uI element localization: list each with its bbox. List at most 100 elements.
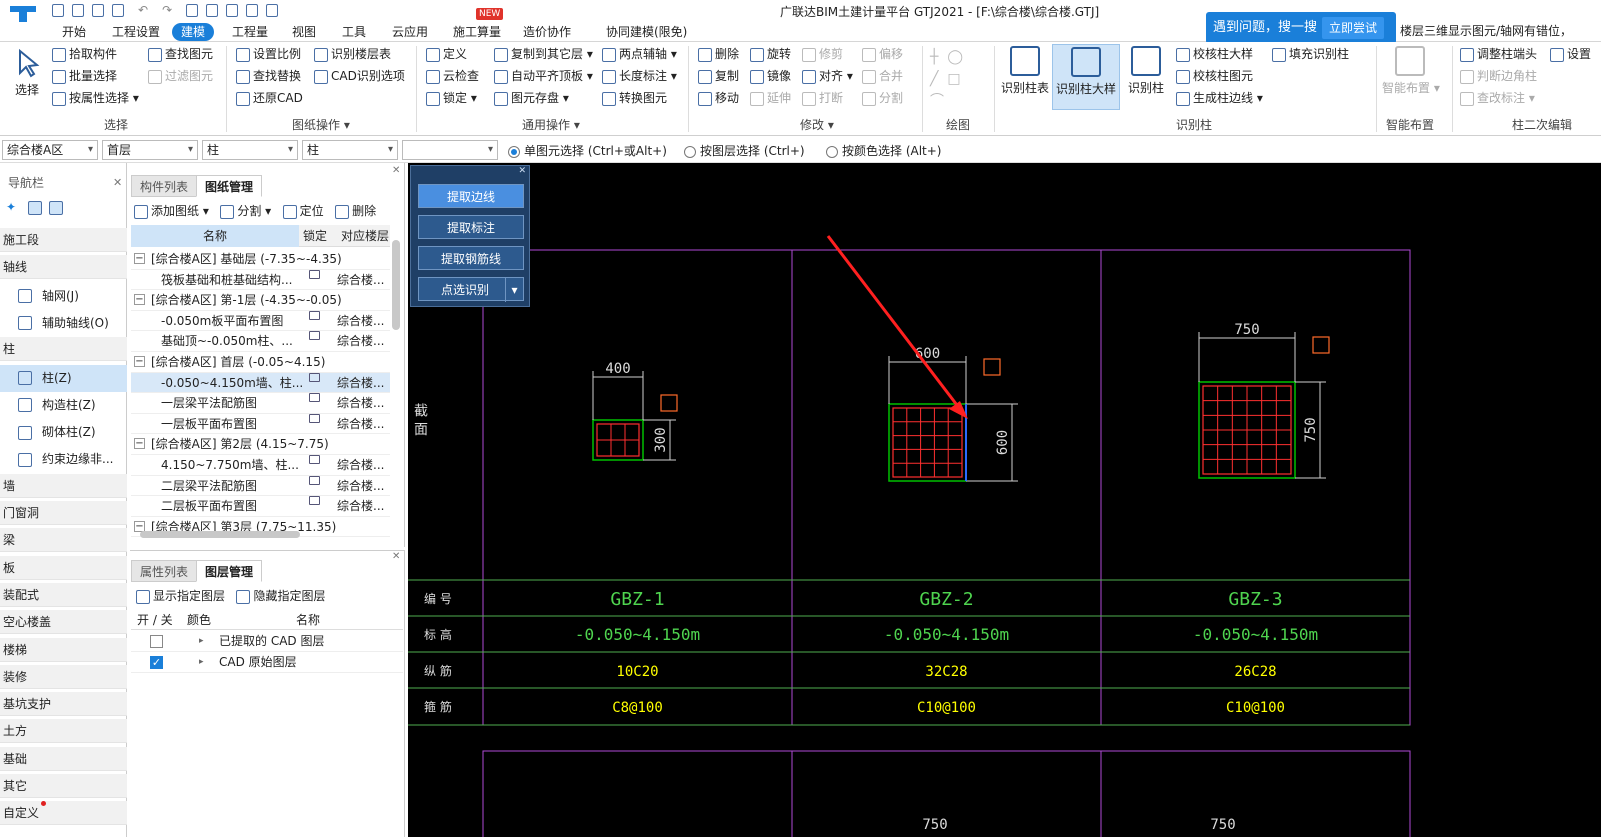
nav-category[interactable]: 空心楼盖 xyxy=(0,610,127,635)
rotate-button[interactable]: 旋转 xyxy=(750,44,791,64)
floor-select[interactable]: 首层 xyxy=(102,140,198,160)
batch-select-button[interactable]: 批量选择 xyxy=(52,66,117,86)
delete-button[interactable]: 删除 xyxy=(698,44,739,64)
split-button[interactable]: 分割 xyxy=(862,88,903,108)
check-column-detail-button[interactable]: 校核柱大样 xyxy=(1176,44,1253,64)
recognize-column-button[interactable]: 识别柱 xyxy=(1126,46,1166,96)
nav-category[interactable]: 板 xyxy=(0,555,127,580)
detail-view-icon[interactable] xyxy=(48,200,63,215)
drawing-row[interactable]: 筏板基础和桩基础结构... 综合楼... xyxy=(131,269,390,291)
copy-to-layer-button[interactable]: 复制到其它层 ▾ xyxy=(494,44,593,64)
find-replace-button[interactable]: 查找替换 xyxy=(236,66,301,86)
drawings-scrollbar[interactable] xyxy=(392,240,400,330)
rect-icon[interactable]: □ xyxy=(947,71,960,87)
menu-construction[interactable]: 施工算量 xyxy=(453,22,501,42)
length-dim-button[interactable]: 长度标注 ▾ xyxy=(602,66,677,86)
tab-layer-manager[interactable]: 图层管理 xyxy=(196,560,263,582)
tab-component-list[interactable]: 构件列表 xyxy=(131,175,198,197)
hide-layer-button[interactable]: 隐藏指定图层 xyxy=(236,589,325,604)
nav-category[interactable]: 柱 xyxy=(0,337,127,362)
point-icon[interactable]: ┼ xyxy=(930,49,938,65)
generate-column-edge-button[interactable]: 生成柱边线 ▾ xyxy=(1176,88,1263,108)
recognition-close-icon[interactable]: ✕ xyxy=(518,166,526,176)
copy-button[interactable]: 复制 xyxy=(698,66,739,86)
tab-drawing-manager[interactable]: 图纸管理 xyxy=(196,175,263,197)
nav-item[interactable]: 柱(Z) xyxy=(0,364,127,392)
recognize-floor-table-button[interactable]: 识别楼层表 xyxy=(314,44,391,64)
trim-button[interactable]: 修剪 xyxy=(802,44,843,64)
menu-project-settings[interactable]: 工程设置 xyxy=(112,22,160,42)
drawing-row[interactable]: -0.050~4.150m墙、柱... 综合楼... xyxy=(131,372,390,394)
delete-drawing-button[interactable]: 删除 xyxy=(335,204,376,219)
expand-icon[interactable]: ▸ xyxy=(199,652,204,672)
drawing-group-row[interactable]: − [综合楼A区] 首层 (-0.05~4.15) xyxy=(131,352,390,373)
save-icon[interactable] xyxy=(112,4,124,17)
drawings-close-icon[interactable]: ✕ xyxy=(392,165,400,176)
drawing-row[interactable]: 4.150~7.750m墙、柱... 综合楼... xyxy=(131,455,390,476)
offset-button[interactable]: 偏移 xyxy=(862,44,903,64)
nav-category[interactable]: 门窗洞 xyxy=(0,501,127,525)
drawing-group-row[interactable]: − [综合楼A区] 基础层 (-7.35~-4.35) xyxy=(131,249,390,270)
lock-button[interactable]: 锁定 ▾ xyxy=(426,88,477,108)
extract-annotation-button[interactable]: 提取标注 xyxy=(418,215,524,239)
mirror-button[interactable]: 镜像 xyxy=(750,66,791,86)
filter-element-button[interactable]: 过滤图元 xyxy=(148,66,213,86)
type-select[interactable]: 柱 xyxy=(202,140,298,160)
menu-cost[interactable]: 造价协作 xyxy=(523,22,571,42)
drawing-row[interactable]: 二层板平面布置图 综合楼... xyxy=(131,496,390,517)
grid-icon[interactable] xyxy=(206,4,219,17)
select-by-attr-button[interactable]: 按属性选择 ▾ xyxy=(52,88,139,108)
undo-icon[interactable]: ↶ xyxy=(138,3,148,17)
calc-icon[interactable] xyxy=(186,4,199,17)
collapse-icon[interactable]: − xyxy=(134,438,145,450)
component-select[interactable]: 柱 xyxy=(302,140,398,160)
cad-canvas[interactable]: 截 面编 号标 高纵 筋箍 筋 400 300 GBZ-1 -0.050~4.150m 1… xyxy=(408,163,1601,837)
nav-close-icon[interactable]: ✕ xyxy=(113,176,122,189)
element-select[interactable] xyxy=(402,140,498,160)
set-scale-button[interactable]: 设置比例 xyxy=(236,44,301,64)
circle-icon[interactable]: ◯ xyxy=(947,49,963,65)
nav-category[interactable]: 其它 xyxy=(0,774,127,798)
collapse-icon[interactable]: − xyxy=(134,356,145,367)
nav-category[interactable]: 墙 xyxy=(0,473,127,498)
point-recognize-button[interactable]: 点选识别 ▾ xyxy=(418,277,524,302)
new-file-icon[interactable] xyxy=(52,4,64,17)
chevron-down-icon[interactable]: ▾ xyxy=(505,278,523,302)
line-icon[interactable]: ╱ xyxy=(930,71,938,87)
menu-start[interactable]: 开始 xyxy=(62,22,86,42)
extract-rebar-button[interactable]: 提取钢筋线 xyxy=(418,246,524,270)
save-element-button[interactable]: 图元存盘 ▾ xyxy=(494,88,569,108)
drawing-row[interactable]: 一层梁平法配筋图 综合楼... xyxy=(131,393,390,414)
auto-align-button[interactable]: 自动平齐顶板 ▾ xyxy=(494,66,593,86)
select-button[interactable]: 选择 xyxy=(10,48,44,98)
nav-item[interactable]: 构造柱(Z) xyxy=(0,392,127,419)
menu-view[interactable]: 视图 xyxy=(292,22,316,42)
recognize-column-detail-button[interactable]: 识别柱大样 xyxy=(1052,44,1120,110)
color-select-radio[interactable]: 按颜色选择 (Alt+) xyxy=(826,142,941,159)
collapse-icon[interactable]: − xyxy=(134,253,145,264)
tab-properties[interactable]: 属性列表 xyxy=(131,560,198,582)
convert-element-button[interactable]: 转换图元 xyxy=(602,88,667,108)
adjust-column-end-button[interactable]: 调整柱端头 xyxy=(1460,44,1537,64)
extend-button[interactable]: 延伸 xyxy=(750,88,791,108)
menu-tools[interactable]: 工具 xyxy=(342,22,366,42)
arc-icon[interactable]: ⌒ xyxy=(930,93,944,109)
nav-category[interactable]: 基础 xyxy=(0,746,127,771)
two-point-axis-button[interactable]: 两点辅轴 ▾ xyxy=(602,44,677,64)
restore-cad-button[interactable]: 还原CAD xyxy=(236,88,303,108)
layer-checkbox[interactable]: ✓ xyxy=(150,656,163,669)
settings-button[interactable]: 设置 xyxy=(1550,44,1591,64)
nav-category[interactable]: 轴线 xyxy=(0,255,127,280)
extract-edge-button[interactable]: 提取边线 xyxy=(418,184,524,208)
nav-category[interactable]: 梁 xyxy=(0,528,127,553)
nav-category[interactable]: 自定义 xyxy=(0,801,127,826)
find-element-button[interactable]: 查找图元 xyxy=(148,44,213,64)
drawing-group-row[interactable]: − [综合楼A区] 第-1层 (-4.35~-0.05) xyxy=(131,290,390,311)
folder-icon[interactable] xyxy=(92,4,104,17)
menu-modeling[interactable]: 建模 xyxy=(172,23,215,41)
expand-icon[interactable]: ▸ xyxy=(199,631,204,651)
drawing-row[interactable]: -0.050m板平面布置图 综合楼... xyxy=(131,310,390,332)
define-button[interactable]: 定义 xyxy=(426,44,467,64)
zone-select[interactable]: 综合楼A区 xyxy=(2,140,98,160)
add-drawing-button[interactable]: 添加图纸 ▾ xyxy=(134,204,209,219)
